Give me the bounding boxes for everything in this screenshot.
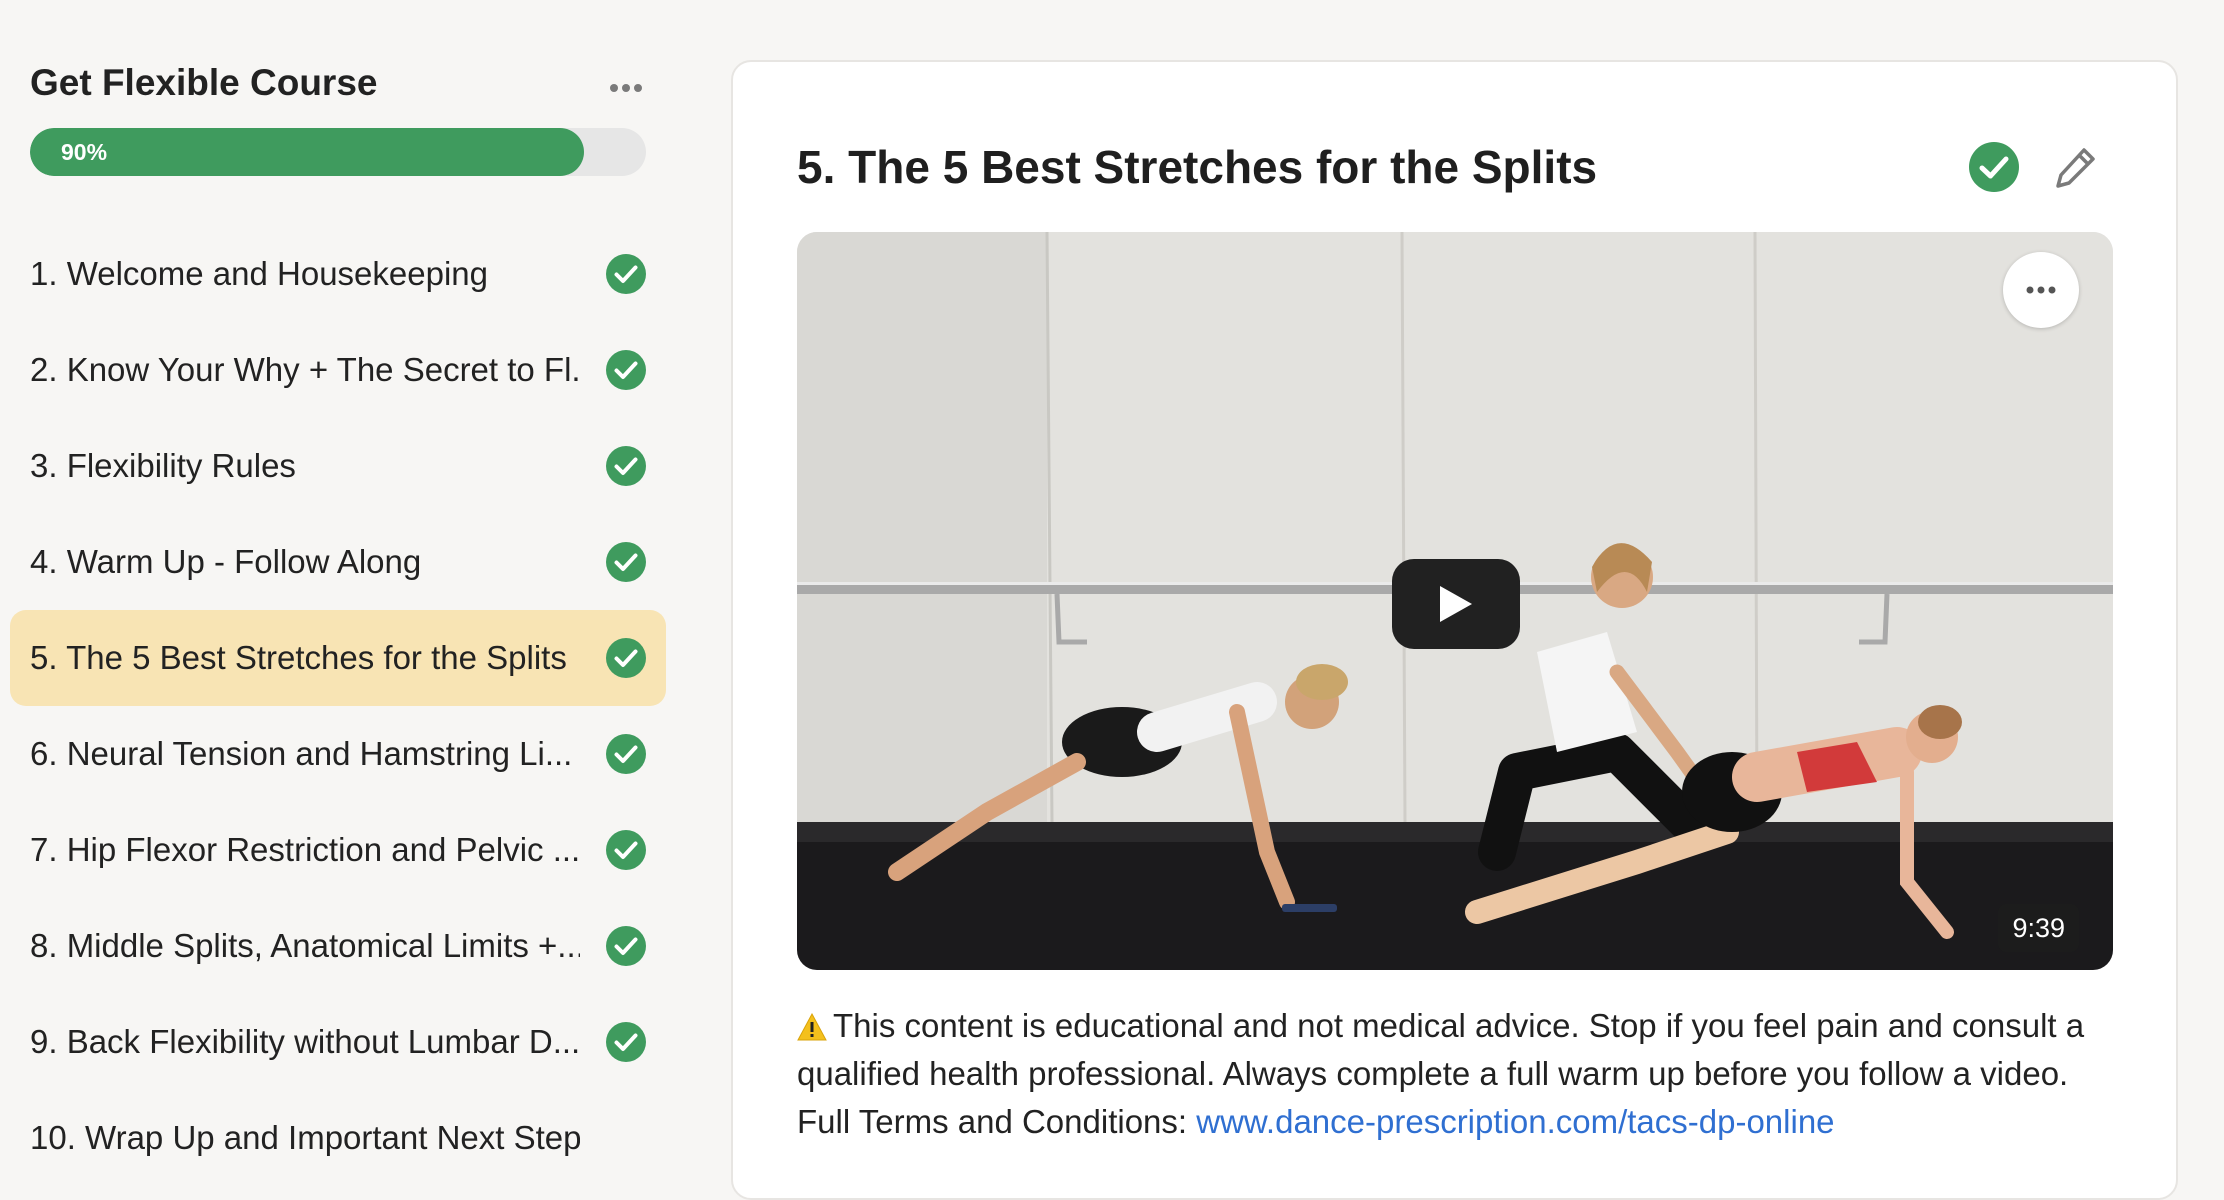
sidebar-lesson-item[interactable]: 2. Know Your Why + The Secret to Fl... [10, 322, 666, 418]
check-circle-icon [606, 542, 646, 582]
course-menu-button[interactable] [606, 70, 646, 106]
lesson-label: 8. Middle Splits, Anatomical Limits +... [30, 927, 580, 964]
course-sidebar: Get Flexible Course 90% 1. Welcome and H… [0, 0, 690, 1168]
check-circle-icon [606, 1022, 646, 1062]
check-circle-icon [606, 350, 646, 390]
check-circle-icon [606, 926, 646, 966]
lesson-content-card: 5. The 5 Best Stretches for the Splits 9… [731, 60, 2178, 1200]
course-progress-fill: 90% [30, 128, 585, 176]
lesson-label: 5. The 5 Best Stretches for the Splits [30, 639, 567, 676]
play-icon [1440, 586, 1472, 622]
course-progress-label: 90% [61, 138, 108, 165]
course-progress-bar: 90% [30, 128, 646, 176]
check-circle-icon [606, 254, 646, 294]
lesson-label: 10. Wrap Up and Important Next Steps [30, 1119, 580, 1156]
disclaimer: This content is educational and not medi… [797, 1002, 2127, 1146]
sidebar-lesson-item[interactable]: 8. Middle Splits, Anatomical Limits +... [10, 898, 666, 994]
sidebar-lesson-item[interactable]: 3. Flexibility Rules [10, 418, 666, 514]
sidebar-lesson-item[interactable]: 6. Neural Tension and Hamstring Li... [10, 706, 666, 802]
sidebar-lesson-item[interactable]: 9. Back Flexibility without Lumbar D... [10, 994, 666, 1090]
warning-icon [797, 1013, 827, 1041]
more-horizontal-icon [2026, 286, 2056, 294]
check-circle-icon [606, 830, 646, 870]
lesson-label: 3. Flexibility Rules [30, 447, 296, 484]
sidebar-lesson-item[interactable]: 10. Wrap Up and Important Next Steps [10, 1090, 666, 1186]
lesson-title: 5. The 5 Best Stretches for the Splits [797, 141, 1598, 193]
video-menu-button[interactable] [2003, 252, 2079, 328]
check-circle-icon [606, 734, 646, 774]
lesson-label: 4. Warm Up - Follow Along [30, 543, 422, 580]
check-circle-icon [606, 446, 646, 486]
sidebar-lesson-item[interactable]: 7. Hip Flexor Restriction and Pelvic ... [10, 802, 666, 898]
course-title: Get Flexible Course [30, 62, 378, 103]
lesson-label: 6. Neural Tension and Hamstring Li... [30, 735, 573, 772]
lesson-label: 1. Welcome and Housekeeping [30, 255, 489, 292]
more-horizontal-icon [610, 84, 642, 92]
check-circle-icon [606, 638, 646, 678]
lesson-label: 7. Hip Flexor Restriction and Pelvic ... [30, 831, 580, 868]
lesson-label: 2. Know Your Why + The Secret to Fl... [30, 351, 580, 388]
sidebar-lesson-item[interactable]: 5. The 5 Best Stretches for the Splits [10, 610, 666, 706]
sidebar-lesson-item[interactable]: 1. Welcome and Housekeeping [10, 226, 666, 322]
video-duration: 9:39 [1998, 904, 2079, 952]
lesson-label: 9. Back Flexibility without Lumbar D... [30, 1023, 580, 1060]
lesson-list: 1. Welcome and Housekeeping 2. Know Your … [10, 226, 666, 1186]
pencil-icon[interactable] [2051, 142, 2101, 192]
lesson-complete-check-icon[interactable] [1968, 141, 2020, 193]
terms-link[interactable]: www.dance-prescription.com/tacs-dp-onlin… [1196, 1103, 1834, 1140]
play-button[interactable] [1392, 559, 1520, 649]
sidebar-lesson-item[interactable]: 4. Warm Up - Follow Along [10, 514, 666, 610]
video-player[interactable]: 9:39 [797, 232, 2113, 970]
